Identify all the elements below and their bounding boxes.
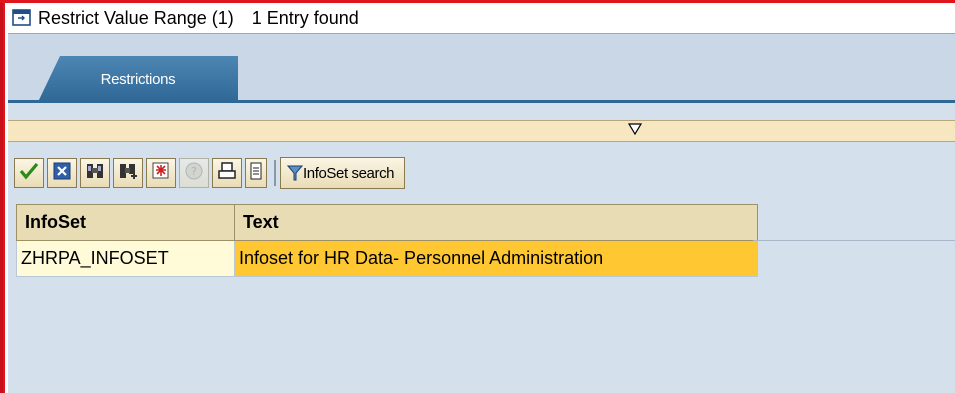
dialog-title-bar: Restrict Value Range (1) 1 Entry found: [8, 3, 955, 34]
table-row[interactable]: ZHRPA_INFOSET Infoset for HR Data- Perso…: [16, 240, 758, 277]
cell-infoset[interactable]: ZHRPA_INFOSET: [16, 240, 235, 277]
column-header-infoset[interactable]: InfoSet: [16, 204, 235, 241]
infoset-search-label: InfoSet search: [303, 164, 395, 182]
list-menu-icon: [250, 162, 262, 185]
tab-restrictions-label: Restrictions: [100, 70, 176, 88]
svg-text:?: ?: [191, 165, 197, 178]
table-header-row: InfoSet Text: [16, 204, 758, 241]
list-menu-button[interactable]: [245, 158, 267, 188]
find-next-button[interactable]: [113, 158, 143, 188]
column-header-text[interactable]: Text: [234, 204, 758, 241]
filter-icon: [287, 164, 303, 182]
restrictions-collapse-bar[interactable]: [8, 120, 955, 142]
cell-text[interactable]: Infoset for HR Data- Personnel Administr…: [234, 240, 758, 277]
find-icon: [85, 161, 105, 186]
cancel-button[interactable]: [47, 158, 77, 188]
toolbar-separator: [274, 160, 276, 186]
hit-list-table: InfoSet Text ZHRPA_INFOSET Infoset for H…: [16, 204, 758, 277]
help-icon: ?: [184, 161, 204, 186]
print-icon: [217, 161, 237, 186]
tab-strip: Restrictions: [8, 34, 955, 103]
find-next-icon: [118, 161, 138, 186]
tab-restrictions[interactable]: Restrictions: [38, 56, 238, 102]
hit-list-toolbar: ? InfoSet search: [14, 156, 406, 190]
continue-button[interactable]: [14, 158, 44, 188]
entries-found-text: 1 Entry found: [251, 7, 359, 28]
new-entries-icon: [151, 161, 171, 186]
dialog-title: Restrict Value Range (1): [38, 7, 234, 28]
help-button[interactable]: ?: [179, 158, 209, 188]
dialog-window-icon: [12, 8, 34, 28]
print-button[interactable]: [212, 158, 242, 188]
new-entries-button[interactable]: [146, 158, 176, 188]
grid-divider: [753, 240, 955, 241]
infoset-search-button[interactable]: InfoSet search: [280, 157, 406, 189]
collapse-triangle-icon[interactable]: [627, 123, 643, 139]
cancel-x-icon: [52, 161, 72, 186]
find-button[interactable]: [80, 158, 110, 188]
tab-underline: [8, 100, 955, 103]
dialog-content: Restrictions ? InfoSet search InfoSet Te…: [8, 34, 955, 393]
checkmark-icon: [18, 161, 40, 186]
